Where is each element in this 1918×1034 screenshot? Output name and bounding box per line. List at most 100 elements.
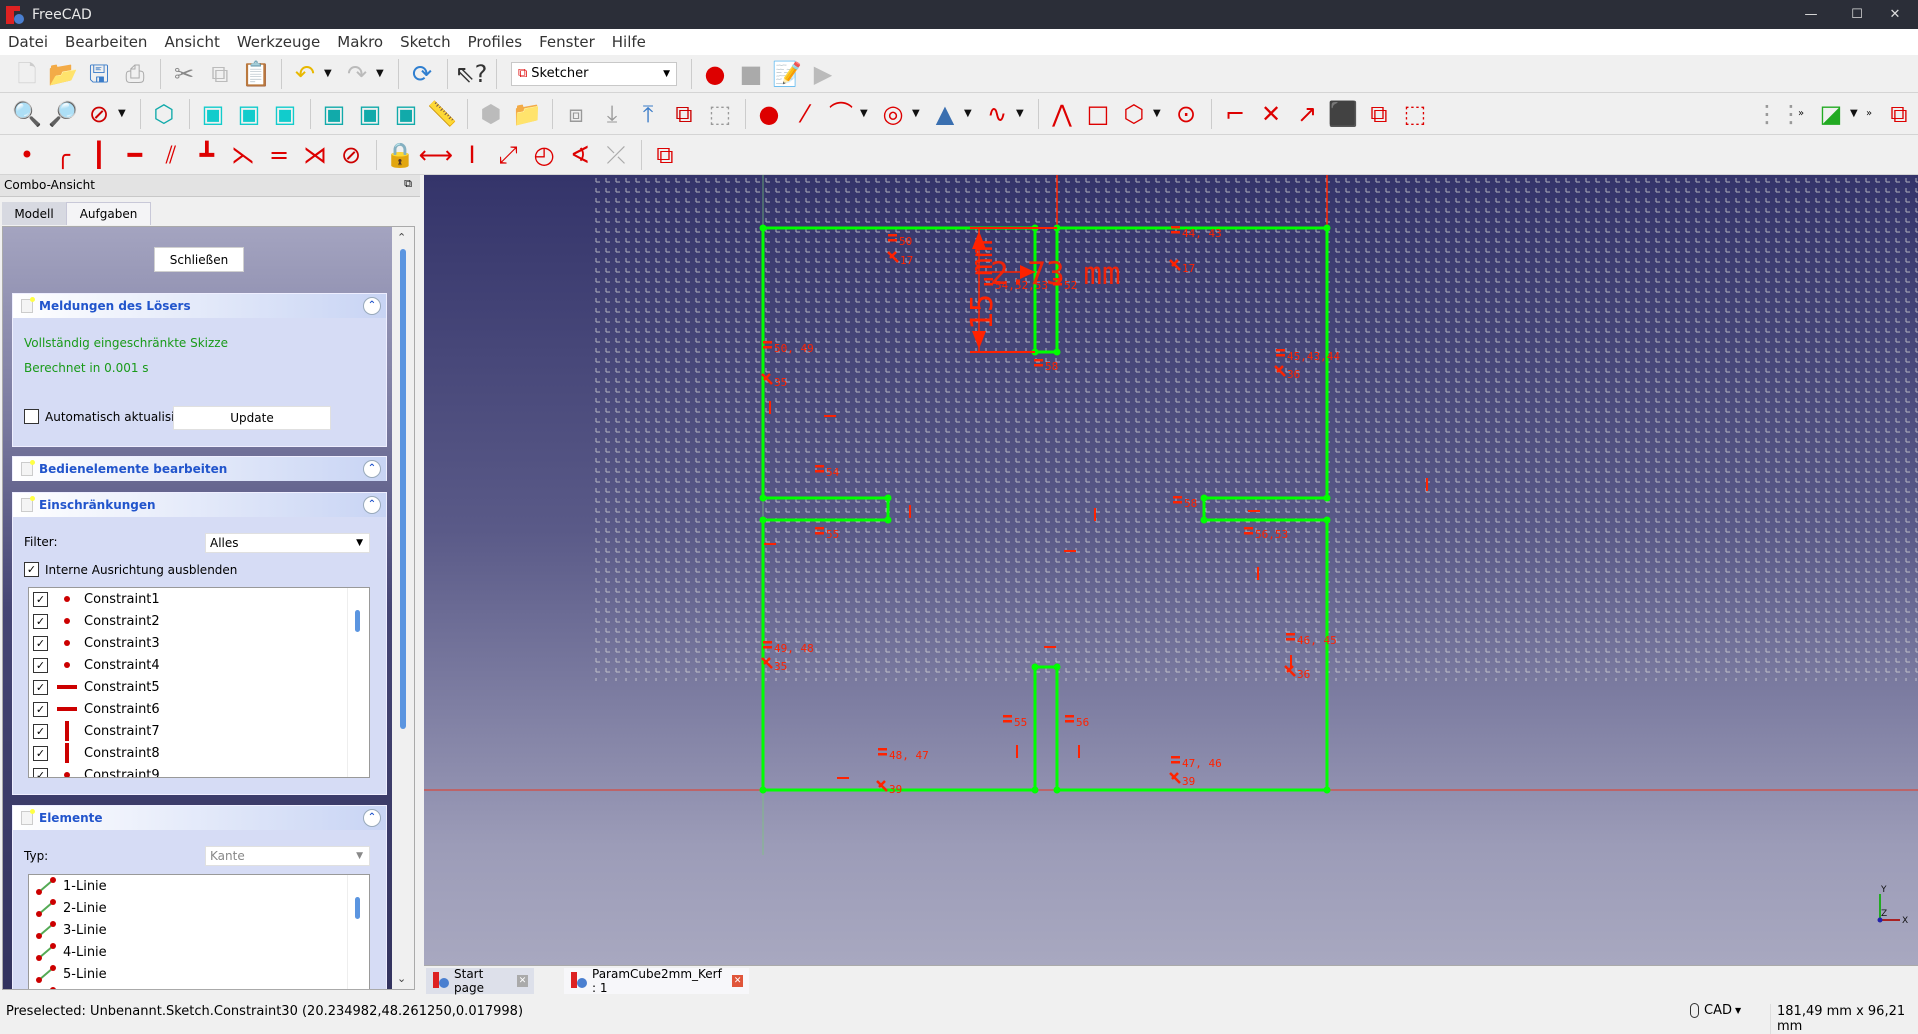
equal-constraint-icon[interactable] xyxy=(1173,501,1182,504)
create-bspline-icon[interactable]: ∿ xyxy=(980,97,1014,131)
vertical-constraint-icon[interactable] xyxy=(769,401,771,414)
constraint-item[interactable]: ✓ Constraint2 xyxy=(29,610,369,632)
view-bottom-icon[interactable]: ▣ xyxy=(353,97,387,131)
sketch-vertex[interactable] xyxy=(1200,516,1208,524)
view-section-icon[interactable]: ⧉ xyxy=(667,97,701,131)
copy-icon[interactable]: ⧉ xyxy=(203,57,237,91)
equal-constraint-icon[interactable] xyxy=(1286,633,1295,636)
constrain-perpendicular-icon[interactable]: ┻ xyxy=(190,138,224,172)
element-item[interactable]: 3-Linie xyxy=(29,919,369,941)
toggle-driving-icon[interactable]: ⧉ xyxy=(648,138,682,172)
group-icon[interactable]: 📁 xyxy=(510,97,544,131)
equal-constraint-icon[interactable] xyxy=(1173,496,1182,499)
part-icon[interactable]: ⬢ xyxy=(474,97,508,131)
map-sketch-icon[interactable]: ⬚ xyxy=(703,97,737,131)
menu-sketch[interactable]: Sketch xyxy=(400,33,451,51)
constraint-item[interactable]: ✓ Constraint3 xyxy=(29,632,369,654)
float-panel-icon[interactable]: ⧉ xyxy=(404,177,412,191)
horizontal-constraint-icon[interactable] xyxy=(824,415,836,417)
dropdown-arrow-icon[interactable]: ▼ xyxy=(1850,108,1862,119)
vertical-constraint-icon[interactable] xyxy=(909,505,911,518)
menu-datei[interactable]: Datei xyxy=(8,33,48,51)
measure-icon[interactable]: 📏 xyxy=(425,97,459,131)
equal-constraint-icon[interactable] xyxy=(1171,761,1180,764)
minimize-button[interactable]: — xyxy=(1788,0,1834,29)
constraint-checkbox[interactable]: ✓ xyxy=(33,701,48,717)
construction-mode-icon[interactable]: ⬚ xyxy=(1398,97,1432,131)
dropdown-arrow-icon[interactable]: ▼ xyxy=(118,108,130,119)
dropdown-arrow-icon[interactable]: ▼ xyxy=(1016,108,1028,119)
tab-modell[interactable]: Modell xyxy=(2,202,66,225)
constraint-checkbox[interactable]: ✓ xyxy=(33,679,48,695)
constraint-checkbox[interactable]: ✓ xyxy=(33,767,48,777)
constrain-snell-icon[interactable]: ⤫ xyxy=(599,138,633,172)
task-panel-scrollbar[interactable]: ⌃ ⌄ xyxy=(392,227,414,989)
view-rear-icon[interactable]: ▣ xyxy=(317,97,351,131)
3d-viewport[interactable]: 15 mm 2.73 mm 50 17 44, 43 17 54,52,53 52 50, 49… xyxy=(424,175,1918,965)
carbon-copy-icon[interactable]: ⧉ xyxy=(1362,97,1396,131)
constrain-vertical-icon[interactable]: ┃ xyxy=(82,138,116,172)
constraint-checkbox[interactable]: ✓ xyxy=(33,723,48,739)
undo-icon[interactable]: ↶ xyxy=(288,57,322,91)
external-geometry-icon[interactable]: ⬛ xyxy=(1326,97,1360,131)
dropdown-arrow-icon[interactable]: ▼ xyxy=(860,108,872,119)
document-tab[interactable]: Start page ✕ xyxy=(426,967,534,995)
constrain-angle-icon[interactable]: ∢ xyxy=(563,138,597,172)
refresh-icon[interactable]: ⟳ xyxy=(405,57,439,91)
create-polyline-icon[interactable]: ⋀ xyxy=(1045,97,1079,131)
equal-constraint-icon[interactable] xyxy=(1065,720,1074,723)
dropdown-arrow-icon[interactable]: ▼ xyxy=(376,68,388,79)
equal-constraint-icon[interactable] xyxy=(1171,756,1180,759)
equal-constraint-icon[interactable] xyxy=(984,283,993,286)
menu-fenster[interactable]: Fenster xyxy=(539,33,595,51)
elements-list-scrollbar[interactable] xyxy=(347,875,369,989)
view-right-icon[interactable]: ▣ xyxy=(268,97,302,131)
draw-style-icon[interactable]: ⊘ xyxy=(82,97,116,131)
equal-constraint-icon[interactable] xyxy=(763,346,772,349)
equal-constraint-icon[interactable] xyxy=(1053,283,1062,286)
scroll-down-icon[interactable]: ⌄ xyxy=(397,972,406,985)
vertical-constraint-icon[interactable] xyxy=(1016,745,1018,758)
scrollbar-thumb[interactable] xyxy=(355,897,360,919)
constrain-radius-icon[interactable]: ◴ xyxy=(527,138,561,172)
create-conic-icon[interactable]: ▲ xyxy=(928,97,962,131)
equal-constraint-icon[interactable] xyxy=(1065,715,1074,718)
scrollbar-thumb[interactable] xyxy=(400,249,406,729)
sketch-vertex[interactable] xyxy=(1031,786,1039,794)
constrain-horizontal-distance-icon[interactable]: ⟷ xyxy=(419,138,453,172)
constrain-lock-icon[interactable]: 🔒 xyxy=(383,138,417,172)
equal-constraint-icon[interactable] xyxy=(1171,231,1180,234)
edit-macro-icon[interactable]: 📝 xyxy=(770,57,804,91)
constraint-item[interactable]: ✓ Constraint1 xyxy=(29,588,369,610)
scroll-up-icon[interactable]: ⌃ xyxy=(397,231,406,244)
horizontal-constraint-icon[interactable] xyxy=(1248,510,1260,512)
equal-constraint-icon[interactable] xyxy=(1034,364,1043,367)
element-item[interactable]: 2-Linie xyxy=(29,897,369,919)
record-macro-icon[interactable]: ● xyxy=(698,57,732,91)
edit-controls-header[interactable]: Bedienelemente bearbeiten ⌃ xyxy=(13,457,386,481)
constraint-checkbox[interactable]: ✓ xyxy=(33,591,48,607)
elements-list[interactable]: 1-Linie 2-Linie 3-Linie 4-Linie 5-Linie 6-Lin… xyxy=(28,874,370,989)
constrain-parallel-icon[interactable]: ⫽ xyxy=(154,138,188,172)
menu-ansicht[interactable]: Ansicht xyxy=(164,33,219,51)
fit-selection-icon[interactable]: 🔎 xyxy=(46,97,80,131)
constraint-checkbox[interactable]: ✓ xyxy=(33,657,48,673)
vertical-constraint-icon[interactable] xyxy=(1290,655,1292,668)
update-button[interactable]: Update xyxy=(173,406,331,430)
dropdown-arrow-icon[interactable]: ▼ xyxy=(964,108,976,119)
constrain-horizontal-icon[interactable]: ━ xyxy=(118,138,152,172)
elements-header[interactable]: Elemente ⌃ xyxy=(13,806,386,830)
constrain-vertical-distance-icon[interactable]: I xyxy=(455,138,489,172)
sketch-vertex[interactable] xyxy=(884,494,892,502)
sketch-vertex[interactable] xyxy=(1053,348,1061,356)
parallel-constraint-icon[interactable] xyxy=(1169,772,1181,784)
sketch-vertex[interactable] xyxy=(1053,663,1061,671)
sketch-vertex[interactable] xyxy=(759,786,767,794)
constrain-symmetric-icon[interactable]: ⋊ xyxy=(298,138,332,172)
workbench-select[interactable]: ⧉ Sketcher ▼ xyxy=(511,61,677,86)
equal-constraint-icon[interactable] xyxy=(888,239,897,242)
equal-constraint-icon[interactable] xyxy=(1244,527,1253,530)
collapse-icon[interactable]: ⌃ xyxy=(363,496,381,514)
save-icon[interactable]: 🖫 xyxy=(82,57,116,91)
menu-profiles[interactable]: Profiles xyxy=(468,33,522,51)
